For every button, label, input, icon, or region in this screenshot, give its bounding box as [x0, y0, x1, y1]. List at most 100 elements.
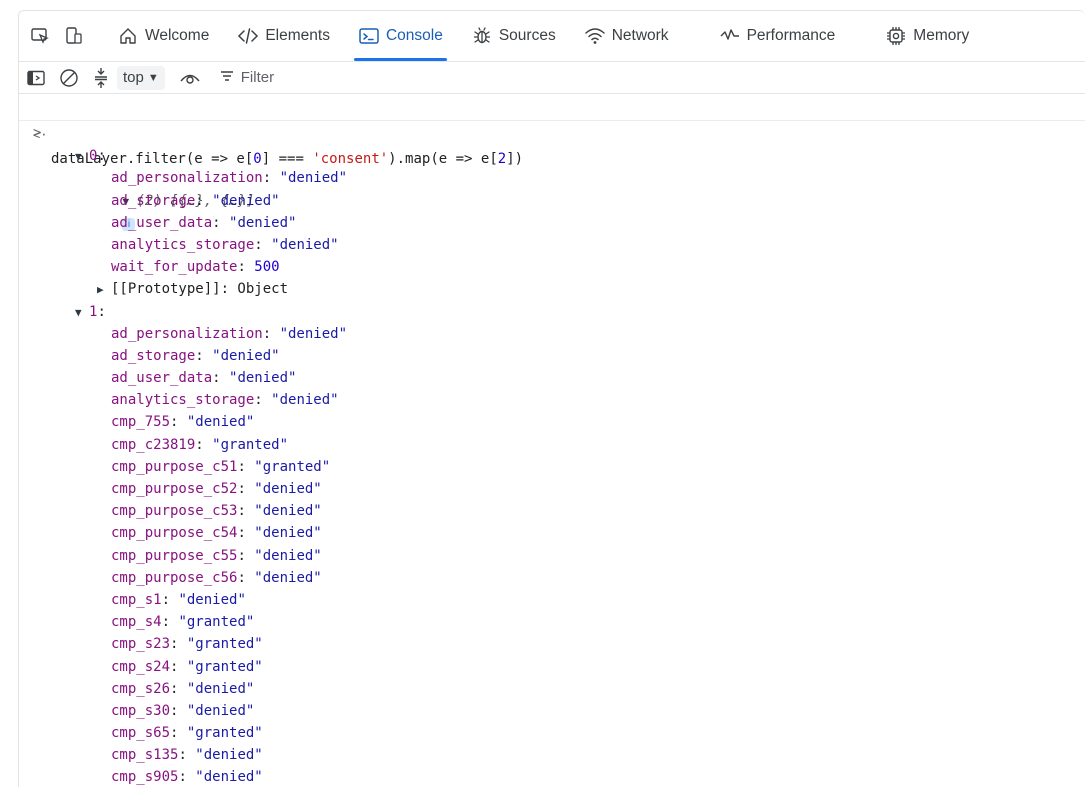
entry-index: 0 — [89, 148, 98, 165]
device-emulation-icon[interactable] — [63, 25, 85, 47]
property-value: "granted" — [212, 436, 289, 453]
property-row[interactable]: ad_personalization: "denied" — [19, 323, 1085, 345]
property-key: cmp_s23 — [111, 636, 171, 653]
console-input-line: > dataLayer.filter(e => e[0] === 'consen… — [19, 94, 1085, 167]
property-row[interactable]: cmp_755: "denied" — [19, 411, 1085, 433]
property-key: cmp_s30 — [111, 702, 171, 719]
property-row[interactable]: cmp_s65: "granted" — [19, 722, 1085, 744]
property-value: "denied" — [279, 170, 348, 187]
object-tree: ▼ 0: ad_personalization: "denied" ad_storag… — [19, 145, 1085, 787]
property-row[interactable]: ad_user_data: "denied" — [19, 367, 1085, 389]
property-row[interactable]: cmp_s4: "granted" — [19, 611, 1085, 633]
property-key: cmp_purpose_c54 — [111, 525, 238, 542]
property-row[interactable]: cmp_purpose_c52: "denied" — [19, 478, 1085, 500]
property-row[interactable]: cmp_s24: "granted" — [19, 656, 1085, 678]
property-row[interactable]: analytics_storage: "denied" — [19, 389, 1085, 411]
expand-triangle-icon[interactable]: ▶ — [97, 279, 111, 301]
result-summary-line[interactable]: <· ▼ (2) [{…}, {…}] i — [19, 123, 1085, 231]
context-label: top — [123, 69, 144, 86]
filter-placeholder: Filter — [240, 69, 275, 86]
property-row[interactable]: cmp_s26: "denied" — [19, 678, 1085, 700]
tab-welcome[interactable]: Welcome — [103, 11, 223, 61]
property-value: "granted" — [186, 636, 263, 653]
property-row[interactable]: ad_personalization: "denied" — [19, 167, 1085, 189]
property-row[interactable]: analytics_storage: "denied" — [19, 234, 1085, 256]
property-value: "denied" — [254, 525, 322, 542]
property-value: "denied" — [186, 702, 255, 719]
property-key: cmp_purpose_c55 — [111, 547, 238, 564]
clear-console-icon[interactable] — [59, 66, 79, 90]
tab-console[interactable]: Console — [344, 11, 457, 61]
console-toolbar: top ▼ Filter — [19, 62, 1085, 94]
result-arrow-icon: <· — [33, 128, 48, 142]
tab-label: Performance — [746, 27, 836, 44]
code-tag-icon — [237, 25, 259, 47]
property-key: cmp_c23819 — [111, 436, 196, 453]
property-row[interactable]: cmp_purpose_c54: "denied" — [19, 522, 1085, 544]
property-row[interactable]: ad_storage: "denied" — [19, 190, 1085, 212]
devtools-tabbar: Welcome Elements Console Sources Network — [19, 11, 1085, 62]
property-key: analytics_storage — [111, 236, 255, 253]
chip-icon — [885, 25, 907, 47]
property-row[interactable]: ad_storage: "denied" — [19, 345, 1085, 367]
property-value: "denied" — [229, 214, 297, 231]
property-key: ad_personalization — [111, 325, 263, 342]
dropdown-arrow-icon: ▼ — [147, 71, 159, 84]
property-key: cmp_s4 — [111, 614, 162, 631]
inspect-element-icon[interactable] — [29, 25, 51, 47]
property-value: "denied" — [271, 236, 339, 253]
prototype-row[interactable]: ▶ [[Prototype]]: Object — [19, 278, 1085, 300]
property-row[interactable]: cmp_purpose_c55: "denied" — [19, 545, 1085, 567]
console-output[interactable]: > dataLayer.filter(e => e[0] === 'consen… — [19, 94, 1085, 787]
expand-triangle-icon[interactable]: ▼ — [75, 146, 89, 168]
property-value: "granted" — [254, 458, 331, 475]
property-row[interactable]: cmp_s23: "granted" — [19, 633, 1085, 655]
context-selector[interactable]: top ▼ — [117, 65, 165, 90]
property-key: cmp_purpose_c56 — [111, 569, 238, 586]
tab-elements[interactable]: Elements — [223, 11, 344, 61]
wifi-icon — [584, 25, 606, 47]
property-key: ad_storage — [111, 192, 196, 209]
property-value: "denied" — [186, 414, 255, 431]
tab-network[interactable]: Network — [570, 11, 683, 61]
devtools-window: Welcome Elements Console Sources Network — [18, 10, 1085, 787]
property-row[interactable]: cmp_c23819: "granted" — [19, 434, 1085, 456]
property-row[interactable]: cmp_purpose_c56: "denied" — [19, 567, 1085, 589]
property-value: "denied" — [229, 370, 297, 387]
tab-memory[interactable]: Memory — [871, 11, 983, 61]
property-row[interactable]: cmp_purpose_c51: "granted" — [19, 456, 1085, 478]
property-value: "denied" — [186, 680, 255, 697]
property-row[interactable]: cmp_s1: "denied" — [19, 589, 1085, 611]
filter-input[interactable]: Filter — [219, 69, 274, 87]
tab-label: Memory — [913, 27, 970, 44]
sidebar-toggle-icon[interactable] — [27, 66, 45, 90]
expand-triangle-icon[interactable]: ▼ — [75, 302, 89, 324]
collapse-groups-icon[interactable] — [93, 66, 109, 90]
property-key: cmp_purpose_c51 — [111, 458, 238, 475]
property-key: ad_user_data — [111, 214, 213, 231]
home-icon — [117, 25, 139, 47]
property-row[interactable]: cmp_s135: "denied" — [19, 744, 1085, 766]
live-expression-eye-icon[interactable] — [179, 66, 201, 90]
filter-icon — [219, 69, 235, 87]
property-row[interactable]: wait_for_update: 500 — [19, 256, 1085, 278]
property-key: cmp_s1 — [111, 591, 162, 608]
tab-label: Console — [385, 27, 443, 44]
property-key: cmp_s65 — [111, 725, 171, 742]
tab-sources[interactable]: Sources — [457, 11, 570, 61]
tab-performance[interactable]: Performance — [705, 11, 850, 61]
property-row[interactable]: ad_user_data: "denied" — [19, 212, 1085, 234]
property-value: "granted" — [186, 725, 263, 742]
property-value: "denied" — [178, 591, 246, 608]
property-value: "denied" — [254, 569, 322, 586]
array-entry-1[interactable]: ▼ 1: — [19, 301, 1085, 323]
performance-gauge-icon — [719, 25, 741, 47]
tab-label: Network — [611, 27, 669, 44]
property-row[interactable]: cmp_purpose_c53: "denied" — [19, 500, 1085, 522]
entry-index: 1 — [89, 303, 98, 320]
property-key: cmp_s905 — [111, 769, 179, 786]
property-row[interactable]: cmp_s905: "denied" — [19, 766, 1085, 787]
property-row[interactable]: cmp_s30: "denied" — [19, 700, 1085, 722]
array-entry-0[interactable]: ▼ 0: — [19, 145, 1085, 167]
property-key: cmp_s24 — [111, 658, 171, 675]
